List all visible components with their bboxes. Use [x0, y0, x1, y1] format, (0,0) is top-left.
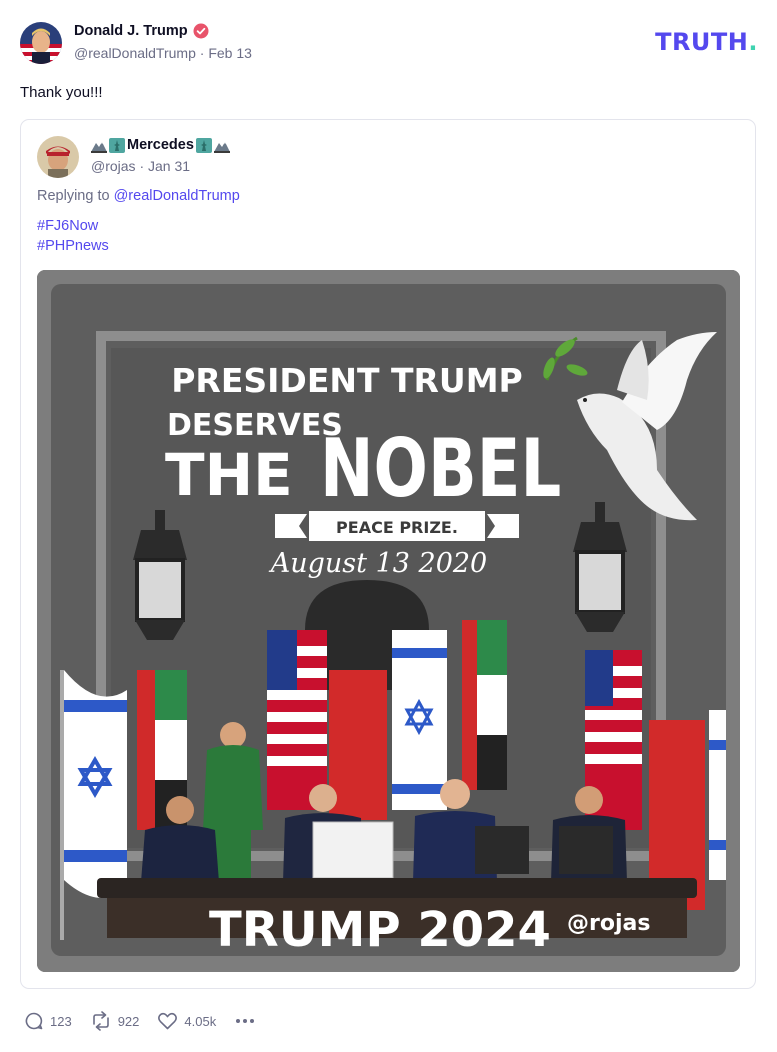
- author-meta: @realDonaldTrump · Feb 13: [74, 45, 252, 61]
- retruth-icon: [92, 1011, 109, 1031]
- footer-big-text: TRUMP 2024: [209, 902, 551, 958]
- more-options-button[interactable]: [234, 1011, 256, 1031]
- headline-nobel: NOBEL: [320, 423, 561, 516]
- more-horizontal-icon: [236, 1019, 255, 1023]
- ribbon-text: PEACE PRIZE.: [336, 518, 458, 537]
- replying-prefix: Replying to: [37, 188, 110, 204]
- script-date: August 13 2020: [268, 548, 488, 579]
- replying-to: Replying to @realDonaldTrump: [37, 188, 240, 204]
- quote-author-meta: @rojas · Jan 31: [91, 158, 230, 174]
- like-button[interactable]: 4.05k: [157, 1011, 216, 1031]
- reply-button[interactable]: 123: [24, 1011, 72, 1031]
- author-name[interactable]: Donald J. Trump: [74, 23, 252, 39]
- quoted-post[interactable]: Mercedes @rojas · Jan 31 Replying to @re…: [20, 119, 756, 989]
- action-bar: 123 922 4.05k: [24, 1010, 274, 1032]
- flag-israel-right: [709, 710, 726, 880]
- footer-handle-text: @rojas: [567, 911, 650, 936]
- quote-author-name[interactable]: Mercedes: [91, 137, 230, 153]
- quote-author-avatar[interactable]: [37, 136, 79, 178]
- replying-to-link[interactable]: @realDonaldTrump: [114, 188, 240, 204]
- reply-count: 123: [50, 1013, 72, 1029]
- post-header: Donald J. Trump @realDonaldTrump · Feb 1…: [20, 20, 760, 66]
- flag-usa-center: [267, 630, 327, 810]
- headline-the: THE: [165, 441, 293, 509]
- post-text: Thank you!!!: [20, 84, 103, 101]
- logo-text: TRUTH: [655, 28, 749, 56]
- quote-author-handle[interactable]: @rojas: [91, 158, 136, 174]
- like-count: 4.05k: [184, 1013, 217, 1029]
- meta-separator: ·: [139, 158, 149, 174]
- logo-dot: .: [748, 28, 758, 56]
- attached-image[interactable]: PRESIDENT TRUMP DESERVES THE NOBEL PEACE…: [37, 270, 740, 972]
- mountain-emoji-icon: [91, 141, 107, 153]
- verified-badge-icon: [193, 23, 209, 39]
- heart-icon: [158, 1012, 178, 1030]
- mountain-emoji-icon: [213, 141, 230, 153]
- post-date[interactable]: Feb 13: [208, 45, 252, 61]
- truth-logo[interactable]: TRUTH.: [655, 28, 758, 56]
- statue-of-liberty-icon: [109, 137, 125, 153]
- retruth-count: 922: [117, 1013, 140, 1029]
- statue-of-liberty-icon: [195, 137, 212, 153]
- headline-deserves: DESERVES: [167, 408, 343, 443]
- comment-icon: [25, 1012, 43, 1030]
- quote-date[interactable]: Jan 31: [148, 158, 190, 174]
- author-avatar[interactable]: [20, 22, 62, 64]
- hashtag-list: #FJ6Now #PHPnews: [37, 216, 109, 256]
- hashtag-link[interactable]: #PHPnews: [37, 236, 109, 256]
- flag-israel-center: [392, 630, 447, 810]
- flag-uae-center: [462, 620, 507, 790]
- headline-line1: PRESIDENT TRUMP: [171, 361, 522, 400]
- flag-bahrain: [329, 670, 387, 820]
- author-handle[interactable]: @realDonaldTrump: [74, 45, 196, 61]
- quote-author-name-text[interactable]: Mercedes: [127, 137, 194, 153]
- retruth-button[interactable]: 922: [90, 1011, 140, 1031]
- author-name-text[interactable]: Donald J. Trump: [74, 23, 188, 39]
- hashtag-link[interactable]: #FJ6Now: [37, 216, 109, 236]
